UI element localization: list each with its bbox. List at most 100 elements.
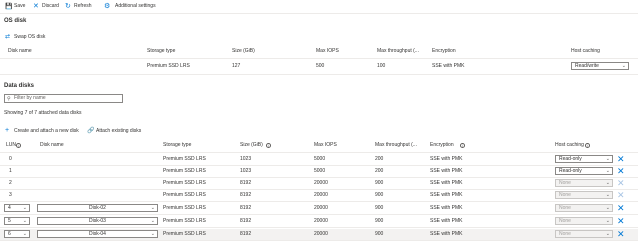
swap-os-disk-link[interactable]: Swap OS disk xyxy=(14,34,45,41)
detach-icon[interactable]: ✕ xyxy=(617,167,625,176)
lun-cell: 2 xyxy=(9,180,12,186)
col-encryption: Encryption xyxy=(432,48,456,54)
os-storage: Premium SSD LRS xyxy=(147,63,190,69)
lun-value: 6 xyxy=(8,231,11,237)
lun-value: 5 xyxy=(8,218,11,224)
gear-icon[interactable]: ⚙ xyxy=(104,2,110,10)
host-caching-select: None ⌄ xyxy=(555,230,613,238)
lun-cell: 3 xyxy=(9,192,12,198)
discard-icon[interactable]: ✕ xyxy=(33,2,39,10)
host-caching-select: None ⌄ xyxy=(555,204,613,212)
col-max-iops: Max IOPS xyxy=(316,48,339,54)
encryption-cell: SSE with PMK xyxy=(430,218,463,224)
save-button[interactable]: Save xyxy=(14,3,25,10)
disk-name-select[interactable]: Disk-04 ⌄ xyxy=(37,230,158,238)
detach-icon[interactable]: ✕ xyxy=(617,217,625,226)
lun-value: 4 xyxy=(8,205,11,211)
chevron-down-icon: ⌄ xyxy=(605,231,610,237)
create-attach-button[interactable]: Create and attach a new disk xyxy=(14,128,79,135)
col-lun: LUN xyxy=(6,142,17,148)
host-caching-value: Read-only xyxy=(559,156,582,162)
discard-button[interactable]: Discard xyxy=(42,3,59,10)
disk-name-value: Disk-03 xyxy=(89,218,106,224)
col-disk-name: Disk name xyxy=(8,48,32,54)
detach-icon[interactable]: ✕ xyxy=(617,230,625,239)
col-size: Size (GiB) xyxy=(232,48,255,54)
col-encryption: Encryption xyxy=(430,142,454,148)
info-icon: i xyxy=(460,143,465,148)
detach-icon[interactable]: ✕ xyxy=(617,204,625,213)
chevron-down-icon: ⌄ xyxy=(150,205,155,211)
chevron-down-icon: ⌄ xyxy=(150,218,155,224)
host-caching-select: None ⌄ xyxy=(555,191,613,199)
data-disks-title: Data disks xyxy=(4,83,35,89)
throughput-cell: 900 xyxy=(375,205,384,211)
filter-placeholder: Filter by name xyxy=(14,95,46,101)
plus-icon[interactable]: + xyxy=(5,127,9,134)
lun-select[interactable]: 6 ⌄ xyxy=(4,230,30,238)
save-icon[interactable]: 💾 xyxy=(5,3,12,10)
encryption-cell: SSE with PMK xyxy=(430,231,463,237)
chevron-down-icon: ⌄ xyxy=(605,168,610,174)
iops-cell: 20000 xyxy=(314,231,328,237)
storage-cell: Premium SSD LRS xyxy=(163,231,206,237)
filter-input[interactable]: ⚲ Filter by name xyxy=(4,94,123,103)
lun-select[interactable]: 4 ⌄ xyxy=(4,204,30,212)
refresh-button[interactable]: Refresh xyxy=(74,3,92,10)
filter-icon: ⚲ xyxy=(7,96,11,102)
throughput-cell: 200 xyxy=(375,168,384,174)
host-caching-select[interactable]: Read-only ⌄ xyxy=(555,167,613,175)
swap-icon[interactable]: ⇄ xyxy=(5,33,10,40)
size-cell: 8192 xyxy=(240,205,252,211)
col-host-caching: Host caching xyxy=(555,142,584,148)
chevron-down-icon: ⌄ xyxy=(22,231,27,237)
storage-cell: Premium SSD LRS xyxy=(163,205,206,211)
refresh-icon[interactable]: ↻ xyxy=(65,2,71,10)
attach-icon[interactable]: 🔗 xyxy=(87,127,94,134)
table-row: 6 ⌄ Disk-04 ⌄ Premium SSD LRS 8192 20000… xyxy=(0,229,638,241)
table-row: 0 Premium SSD LRS 1023 5000 200 SSE with… xyxy=(0,154,638,166)
host-caching-value: None xyxy=(559,180,571,186)
chevron-down-icon: ⌄ xyxy=(605,156,610,162)
host-caching-value: Read-only xyxy=(559,168,582,174)
os-header-divider xyxy=(0,58,638,59)
chevron-down-icon: ⌄ xyxy=(605,180,610,186)
disk-name-select[interactable]: Disk-03 ⌄ xyxy=(37,217,158,225)
os-host-caching-value: Read/write xyxy=(575,63,599,69)
throughput-cell: 900 xyxy=(375,218,384,224)
table-row: 1 Premium SSD LRS 1023 5000 200 SSE with… xyxy=(0,166,638,178)
col-host-caching: Host caching xyxy=(571,48,600,54)
chevron-down-icon: ⌄ xyxy=(22,205,27,211)
host-caching-select: None ⌄ xyxy=(555,179,613,187)
additional-settings-button[interactable]: Additional settings xyxy=(115,3,156,10)
chevron-down-icon: ⌄ xyxy=(621,63,626,69)
host-caching-select[interactable]: Read-only ⌄ xyxy=(555,155,613,163)
attach-existing-button[interactable]: Attach existing disks xyxy=(96,128,141,135)
host-caching-select: None ⌄ xyxy=(555,217,613,225)
host-caching-value: None xyxy=(559,231,571,237)
size-cell: 1023 xyxy=(240,156,252,162)
size-cell: 8192 xyxy=(240,218,252,224)
disk-name-select[interactable]: Disk-02 ⌄ xyxy=(37,204,158,212)
storage-cell: Premium SSD LRS xyxy=(163,168,206,174)
data-header-divider xyxy=(0,152,638,153)
detach-icon[interactable]: ✕ xyxy=(617,155,625,164)
os-throughput: 100 xyxy=(377,63,386,69)
chevron-down-icon: ⌄ xyxy=(22,218,27,224)
lun-select[interactable]: 5 ⌄ xyxy=(4,217,30,225)
iops-cell: 20000 xyxy=(314,218,328,224)
os-row-divider xyxy=(0,74,638,75)
table-row: 3 Premium SSD LRS 8192 20000 900 SSE wit… xyxy=(0,190,638,202)
host-caching-value: None xyxy=(559,218,571,224)
size-cell: 8192 xyxy=(240,180,252,186)
os-iops: 500 xyxy=(316,63,325,69)
chevron-down-icon: ⌄ xyxy=(605,192,610,198)
col-storage-type: Storage type xyxy=(147,48,176,54)
os-encryption: SSE with PMK xyxy=(432,63,465,69)
table-row: 4 ⌄ Disk-02 ⌄ Premium SSD LRS 8192 20000… xyxy=(0,203,638,215)
os-host-caching-select[interactable]: Read/write ⌄ xyxy=(571,62,629,70)
iops-cell: 20000 xyxy=(314,192,328,198)
host-caching-value: None xyxy=(559,192,571,198)
encryption-cell: SSE with PMK xyxy=(430,168,463,174)
info-icon: i xyxy=(266,143,271,148)
